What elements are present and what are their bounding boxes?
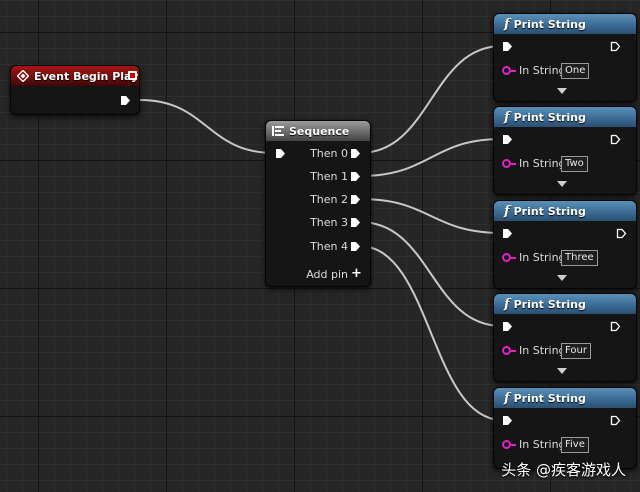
print-string-title: Print String — [513, 110, 586, 124]
in-string-value-field[interactable]: Three — [561, 250, 598, 266]
sequence-then-3-pin[interactable] — [350, 217, 361, 228]
event-begin-play-node[interactable]: Event Begin Play — [10, 65, 140, 115]
function-icon: f — [504, 109, 510, 125]
expand-arrow-icon[interactable] — [557, 275, 567, 281]
sequence-node[interactable]: Sequence Then 0 Then 1 Then 2 Then 3 The… — [265, 120, 371, 287]
print-exec-in-pin[interactable] — [502, 321, 513, 332]
in-string-value-field[interactable]: Five — [561, 437, 589, 453]
in-string-label: In String — [519, 64, 566, 77]
expand-arrow-icon[interactable] — [557, 88, 567, 94]
in-string-pin[interactable] — [502, 253, 516, 262]
print-string-node[interactable]: f Print String In String One — [493, 13, 637, 102]
event-node-header[interactable]: Event Begin Play — [11, 66, 139, 86]
print-string-title: Print String — [513, 297, 586, 311]
function-icon: f — [504, 16, 510, 32]
in-string-label: In String — [519, 344, 566, 357]
exec-wire — [139, 99, 275, 154]
event-delegate-pin[interactable] — [128, 71, 137, 80]
print-exec-out-pin[interactable] — [610, 41, 621, 52]
print-exec-in-pin[interactable] — [502, 41, 513, 52]
exec-wire — [359, 45, 503, 154]
print-string-node[interactable]: f Print String In String Five — [493, 387, 637, 469]
sequence-then-0-pin[interactable] — [350, 148, 361, 159]
exec-wire — [359, 198, 503, 234]
print-exec-out-pin[interactable] — [610, 321, 621, 332]
print-exec-in-pin[interactable] — [502, 228, 513, 239]
event-diamond-icon — [17, 70, 29, 82]
watermark-text: 头条 @疾客游戏人 — [501, 461, 626, 479]
sequence-icon — [272, 126, 284, 136]
sequence-then-4-pin[interactable] — [350, 241, 361, 252]
expand-arrow-icon[interactable] — [557, 368, 567, 374]
add-pin-plus-icon[interactable]: + — [351, 266, 362, 281]
print-exec-out-pin[interactable] — [610, 134, 621, 145]
sequence-then-2-pin[interactable] — [350, 194, 361, 205]
print-exec-out-pin[interactable] — [610, 415, 621, 426]
in-string-label: In String — [519, 438, 566, 451]
sequence-node-header[interactable]: Sequence — [266, 121, 370, 141]
print-string-header[interactable]: f Print String — [494, 107, 636, 127]
in-string-label: In String — [519, 157, 566, 170]
expand-arrow-icon[interactable] — [557, 181, 567, 187]
print-string-title: Print String — [513, 17, 586, 31]
print-string-node[interactable]: f Print String In String Three — [493, 200, 637, 289]
print-exec-in-pin[interactable] — [502, 415, 513, 426]
function-icon: f — [504, 203, 510, 219]
exec-wire — [359, 221, 503, 327]
sequence-output-label: Then 2 — [310, 193, 348, 206]
event-exec-out-pin[interactable] — [120, 95, 131, 106]
print-string-title: Print String — [513, 204, 586, 218]
print-string-node[interactable]: f Print String In String Four — [493, 293, 637, 382]
sequence-output-label: Then 1 — [310, 170, 348, 183]
print-exec-out-pin[interactable] — [616, 228, 627, 239]
sequence-then-1-pin[interactable] — [350, 171, 361, 182]
function-icon: f — [504, 296, 510, 312]
sequence-output-label: Then 0 — [310, 147, 348, 160]
sequence-output-label: Then 3 — [310, 216, 348, 229]
in-string-pin[interactable] — [502, 159, 516, 168]
in-string-value-field[interactable]: One — [561, 63, 590, 79]
print-string-title: Print String — [513, 391, 586, 405]
in-string-pin[interactable] — [502, 440, 516, 449]
sequence-output-label: Then 4 — [310, 240, 348, 253]
exec-wire — [359, 245, 503, 421]
print-string-header[interactable]: f Print String — [494, 201, 636, 221]
event-node-title: Event Begin Play — [34, 69, 139, 83]
in-string-value-field[interactable]: Four — [561, 343, 591, 359]
print-string-node[interactable]: f Print String In String Two — [493, 106, 637, 195]
in-string-label: In String — [519, 251, 566, 264]
print-string-header[interactable]: f Print String — [494, 388, 636, 408]
print-string-header[interactable]: f Print String — [494, 14, 636, 34]
add-pin-button[interactable]: Add pin — [306, 268, 348, 281]
sequence-exec-in-pin[interactable] — [275, 148, 286, 159]
in-string-pin[interactable] — [502, 346, 516, 355]
in-string-value-field[interactable]: Two — [561, 156, 588, 172]
print-exec-in-pin[interactable] — [502, 134, 513, 145]
function-icon: f — [504, 390, 510, 406]
in-string-pin[interactable] — [502, 66, 516, 75]
print-string-header[interactable]: f Print String — [494, 294, 636, 314]
exec-wire — [359, 138, 503, 177]
sequence-node-title: Sequence — [289, 124, 350, 138]
